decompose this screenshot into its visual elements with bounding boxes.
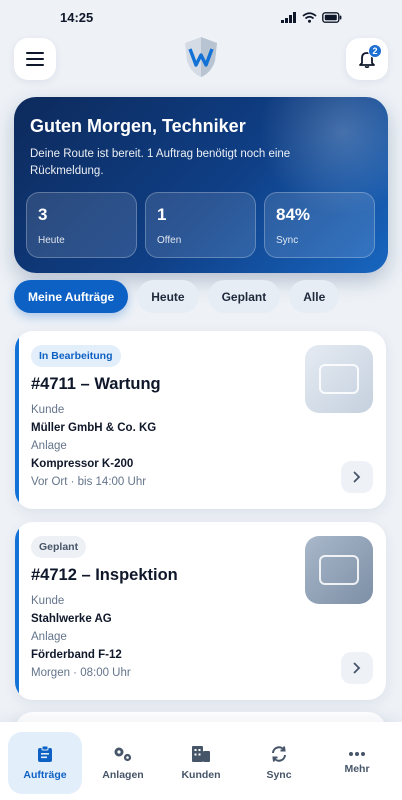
- tab-more[interactable]: Mehr: [320, 732, 394, 794]
- asset-name: Förderband F-12: [31, 649, 122, 661]
- tab-label: Anlagen: [102, 769, 144, 781]
- status-bar: 14:25: [0, 0, 402, 34]
- building-icon: [192, 746, 210, 762]
- asset-name: Kompressor K-200: [31, 458, 134, 470]
- order-schedule: Morgen · 08:00 Uhr: [31, 667, 131, 679]
- status-time: 14:25: [60, 9, 94, 25]
- open-order-button[interactable]: [341, 461, 373, 493]
- greeting-card: Guten Morgen, Techniker Deine Route ist …: [14, 97, 388, 273]
- status-icons: [281, 11, 342, 23]
- order-card[interactable]: Geplant #4712 – Inspektion Kunde Stahlwe…: [15, 522, 386, 700]
- stat-label: Offen: [157, 235, 182, 246]
- filter-all[interactable]: Alle: [289, 280, 340, 313]
- filter-my-orders[interactable]: Meine Aufträge: [14, 280, 129, 313]
- sync-icon: [272, 746, 286, 762]
- stat-value: 84%: [276, 205, 311, 224]
- notifications-button[interactable]: 2: [346, 38, 388, 80]
- card-accent-bar: [15, 522, 19, 700]
- shield-logo-icon: [185, 36, 217, 77]
- greeting-title: Guten Morgen, Techniker: [30, 116, 246, 136]
- tab-label: Sync: [266, 769, 292, 781]
- asset-thumbnail: [305, 536, 373, 604]
- filter-chips: Meine Aufträge Heute Geplant Alle: [14, 280, 340, 313]
- chevron-right-icon: [353, 471, 361, 483]
- order-title: #4712 – Inspektion: [31, 566, 178, 584]
- tab-orders[interactable]: Aufträge: [8, 732, 82, 794]
- stat-label: Heute: [38, 235, 65, 246]
- order-schedule: Vor Ort · bis 14:00 Uhr: [31, 476, 147, 488]
- open-order-button[interactable]: [341, 652, 373, 684]
- stat-label: Sync: [276, 235, 299, 246]
- asset-thumbnail: [305, 345, 373, 413]
- status-badge: Geplant: [31, 536, 87, 558]
- card-accent-bar: [15, 331, 19, 509]
- customer-label: Kunde: [31, 404, 65, 416]
- customer-name: Stahlwerke AG: [31, 613, 112, 625]
- tab-label: Kunden: [181, 769, 221, 781]
- filter-today[interactable]: Heute: [137, 280, 199, 313]
- notification-badge: 2: [368, 44, 382, 58]
- stat-sync[interactable]: 84% Sync: [264, 192, 375, 258]
- tab-sync[interactable]: Sync: [242, 732, 316, 794]
- greeting-subtitle: Deine Route ist bereit. 1 Auftrag benöti…: [30, 148, 291, 177]
- hamburger-icon: [26, 52, 44, 66]
- battery-icon: [322, 11, 342, 23]
- clipboard-icon: [38, 745, 52, 762]
- order-card[interactable]: In Bearbeitung #4711 – Wartung Kunde Mül…: [15, 331, 386, 509]
- menu-button[interactable]: [14, 38, 56, 80]
- signal-icon: [281, 11, 296, 23]
- stat-value: 1: [157, 205, 167, 224]
- stat-value: 3: [38, 205, 48, 224]
- stats-row: 3 Heute 1 Offen 84% Sync: [26, 192, 375, 258]
- status-badge: In Bearbeitung: [31, 345, 121, 367]
- customer-label: Kunde: [31, 595, 65, 607]
- tab-label: Mehr: [344, 763, 370, 775]
- tab-label: Aufträge: [23, 769, 67, 781]
- wifi-icon: [302, 11, 317, 23]
- app-header: 2: [0, 36, 402, 82]
- asset-label: Anlage: [31, 631, 67, 643]
- stat-today[interactable]: 3 Heute: [26, 192, 137, 258]
- bottom-tab-bar: Aufträge Anlagen Kunden Sync Mehr: [0, 722, 402, 800]
- order-title: #4711 – Wartung: [31, 375, 161, 393]
- tab-assets[interactable]: Anlagen: [86, 732, 160, 794]
- customer-name: Müller GmbH & Co. KG: [31, 422, 157, 434]
- tab-customers[interactable]: Kunden: [164, 732, 238, 794]
- more-icon: [349, 752, 365, 756]
- asset-label: Anlage: [31, 440, 67, 452]
- stat-open[interactable]: 1 Offen: [145, 192, 256, 258]
- chevron-right-icon: [353, 662, 361, 674]
- app-logo: [181, 35, 221, 84]
- filter-planned[interactable]: Geplant: [207, 280, 281, 313]
- gears-icon: [114, 747, 132, 762]
